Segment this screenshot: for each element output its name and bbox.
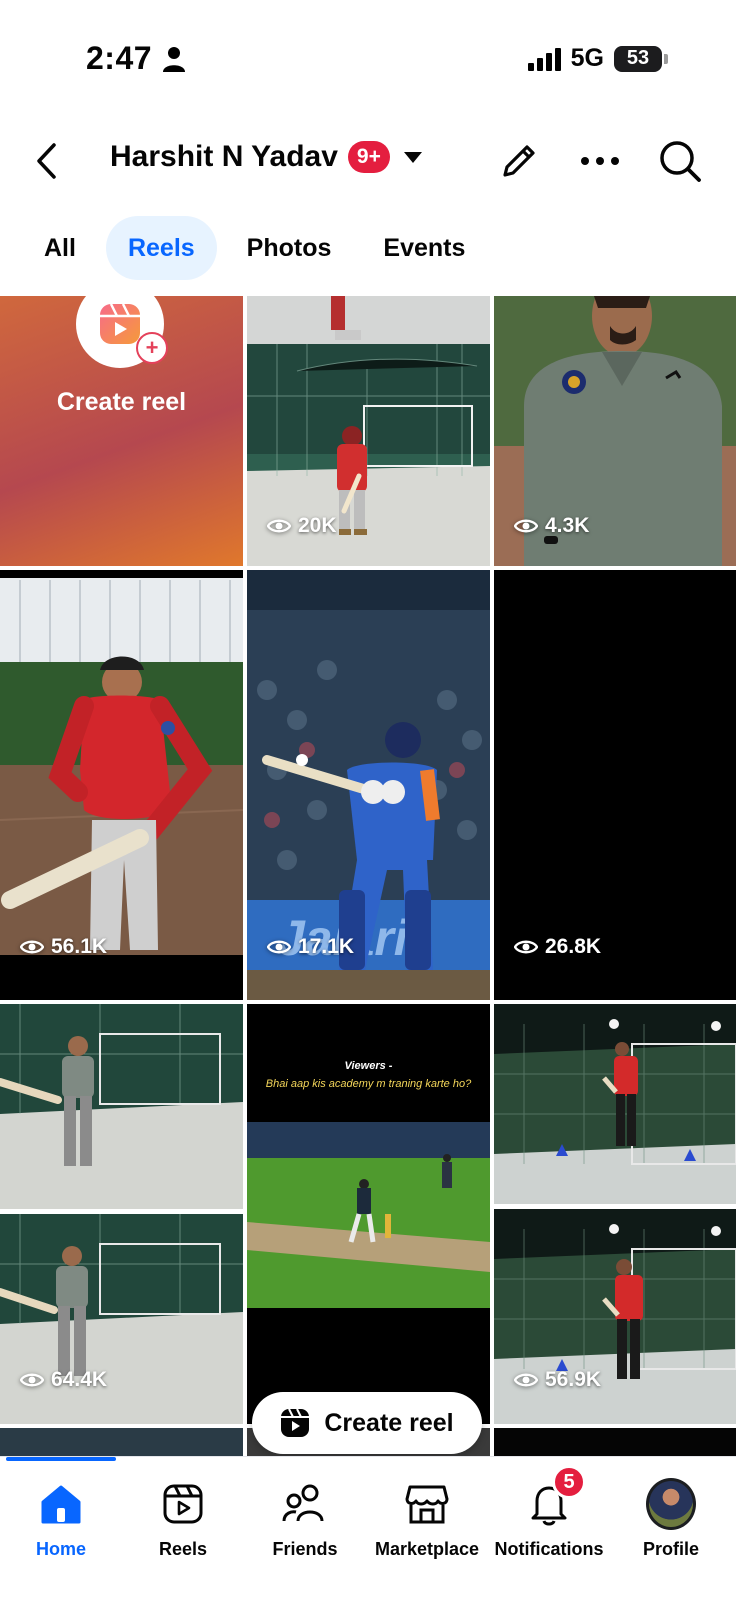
reel-thumbnail[interactable]: 56.1K [0,570,243,1000]
nav-friends[interactable]: Friends [244,1479,366,1560]
back-arrow-icon [37,143,56,179]
battery-level: 53 [626,47,650,69]
tab-reels[interactable]: Reels [105,216,217,280]
eye-icon [514,940,538,954]
bottom-navigation: Home Reels Friends Marketplace 5 Notific… [0,1456,736,1600]
view-count: 64.4K [20,1368,107,1392]
tab-all[interactable]: All [22,216,98,280]
view-count: 56.9K [514,1368,601,1392]
reels-icon [281,1408,310,1437]
eye-icon [267,519,291,533]
network-type: 5G [570,44,604,72]
signal-icon [527,47,561,71]
nav-home[interactable]: Home [0,1479,122,1560]
search-button[interactable] [655,136,705,186]
status-indicators: 5G 53 [527,44,668,73]
nav-notifications-label: Notifications [494,1539,604,1559]
person-icon [163,47,185,72]
view-count: 17.1K [267,935,354,959]
reel-image [494,1004,736,1424]
nav-profile-label: Profile [642,1539,699,1559]
marketplace-icon [402,1479,452,1529]
nav-profile[interactable]: Profile [610,1478,732,1560]
reel-thumbnail[interactable]: 20K [247,296,490,566]
eye-icon [20,1373,44,1387]
reel-thumbnail[interactable]: 56.9K [494,1004,736,1424]
reel-thumbnail[interactable]: 64.4K [0,1004,243,1424]
reel-image [0,1004,243,1424]
reel-thumbnail[interactable] [0,1428,243,1456]
reel-caption-line2: Bhai aap kis academy m traning karte ho? [265,1078,472,1090]
nav-friends-label: Friends [272,1539,338,1559]
reels-icon [158,1479,208,1529]
plus-icon: + [136,332,168,364]
friends-icon [280,1479,330,1529]
notification-badge: 5 [552,1465,586,1499]
reel-thumbnail[interactable]: Viewers - Bhai aap kis academy m traning… [247,1004,490,1424]
nav-reels-label: Reels [158,1539,208,1559]
reel-thumbnail[interactable]: 26.8K [494,570,736,1000]
nav-marketplace[interactable]: Marketplace [366,1479,488,1560]
reel-thumbnail[interactable] [494,1428,736,1456]
edit-button[interactable] [494,136,544,186]
nav-notifications[interactable]: 5 Notifications [488,1465,610,1560]
tab-photos[interactable]: Photos [225,216,354,280]
reel-thumbnail[interactable]: 4.3K [494,296,736,566]
nav-reels[interactable]: Reels [122,1479,244,1560]
bell-icon: 5 [524,1465,586,1529]
active-tab-indicator [6,1457,116,1461]
back-button[interactable] [26,136,66,186]
more-icon [581,157,619,165]
page-title: Harshit N Yadav [110,140,338,173]
create-reel-label: Create reel [56,388,187,416]
eye-icon [514,519,538,533]
pencil-icon [503,145,535,177]
title-badge: 9+ [347,141,390,173]
reel-image [247,1122,490,1308]
reels-grid: + Create reel 20K 4.3K 56.1K 17.1K 26.8K… [0,296,736,1456]
create-reel-button-label: Create reel [324,1408,454,1437]
avatar [646,1478,696,1530]
view-count: 56.1K [20,935,107,959]
nav-home-label: Home [35,1539,86,1559]
eye-icon [514,1373,538,1387]
page-header: Harshit N Yadav 9+ [0,126,736,196]
view-count: 4.3K [514,514,589,538]
filter-tabs: All Reels Photos Events [22,216,487,280]
create-reel-tile[interactable]: + Create reel [0,296,243,566]
chevron-down-icon [403,151,422,163]
battery-icon: 53 [614,45,662,72]
view-count: 26.8K [514,935,601,959]
nav-marketplace-label: Marketplace [374,1539,480,1559]
eye-icon [20,940,44,954]
search-icon [660,141,701,182]
status-bar: 2:47 5G 53 [0,0,736,110]
tab-events[interactable]: Events [361,216,487,280]
view-count: 20K [267,514,337,538]
more-button[interactable] [575,136,625,186]
reel-thumbnail[interactable]: Jaiari 17.1K [247,570,490,1000]
profile-switcher[interactable]: Harshit N Yadav 9+ [110,140,422,174]
reel-caption-line1: Viewers - [344,1060,393,1072]
status-time: 2:47 [86,40,153,76]
eye-icon [267,940,291,954]
create-reel-button[interactable]: Create reel [252,1392,482,1454]
home-icon [36,1479,86,1529]
